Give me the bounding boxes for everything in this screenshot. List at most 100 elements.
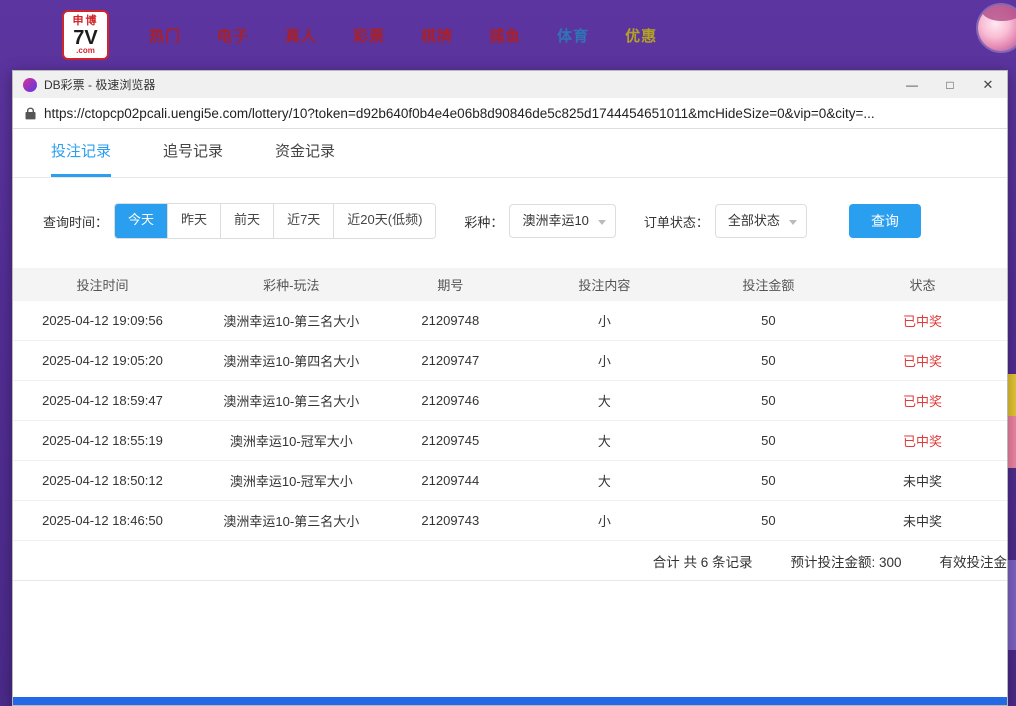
issue-cell: 21209748 bbox=[421, 313, 480, 328]
issue-cell: 21209743 bbox=[421, 513, 480, 528]
lock-icon bbox=[25, 107, 36, 120]
address-bar[interactable]: https://ctopcp02pcali.uengi5e.com/lotter… bbox=[13, 98, 1007, 129]
browser-window: DB彩票 - 极速浏览器 — □ ✕ https://ctopcp02pcali… bbox=[12, 70, 1008, 706]
status-cell: 未中奖 bbox=[902, 474, 942, 489]
logo-tld-text: .com bbox=[76, 45, 95, 55]
table-header-row: 投注时间 彩种-玩法 期号 投注内容 投注金额 状态 bbox=[13, 268, 1007, 301]
order-status-value: 全部状态 bbox=[727, 213, 780, 228]
lottery-filter-label: 彩种： bbox=[464, 214, 504, 230]
nav-item-live[interactable]: 真人 bbox=[285, 25, 317, 46]
game-cell: 澳洲幸运10-第三名大小 bbox=[223, 394, 360, 409]
time-option-yesterday[interactable]: 昨天 bbox=[167, 204, 221, 238]
top-nav-bar: 申博 7V .com 热门 电子 真人 彩票 棋牌 捕鱼 体育 优惠 bbox=[0, 0, 1016, 70]
content-cell: 小 bbox=[597, 314, 611, 329]
summary-total: 合计 共 6 条记录 bbox=[652, 554, 753, 570]
bet-records-table: 投注时间 彩种-玩法 期号 投注内容 投注金额 状态 2025-04-12 19… bbox=[13, 268, 1007, 581]
issue-cell: 21209745 bbox=[421, 433, 480, 448]
tab-bet-records[interactable]: 投注记录 bbox=[51, 140, 112, 177]
nav-item-cards[interactable]: 棋牌 bbox=[421, 25, 453, 46]
query-button[interactable]: 查询 bbox=[848, 204, 921, 238]
user-avatar[interactable] bbox=[978, 5, 1016, 51]
time-filter-label: 查询时间： bbox=[43, 214, 109, 230]
edge-decor-pink bbox=[1008, 416, 1016, 468]
tab-fund-records[interactable]: 资金记录 bbox=[275, 140, 335, 177]
time-cell: 2025-04-12 19:05:20 bbox=[42, 353, 163, 368]
time-option-7days[interactable]: 近7天 bbox=[273, 204, 334, 238]
url-text[interactable]: https://ctopcp02pcali.uengi5e.com/lotter… bbox=[44, 106, 875, 121]
table-row: 2025-04-12 18:50:12 澳洲幸运10-冠军大小 21209744… bbox=[13, 461, 1007, 501]
status-cell: 未中奖 bbox=[902, 514, 942, 529]
edge-decor-lilac bbox=[1008, 560, 1016, 650]
game-cell: 澳洲幸运10-第三名大小 bbox=[223, 514, 360, 529]
window-controls: — □ ✕ bbox=[893, 71, 1007, 98]
order-status-select[interactable]: 全部状态 bbox=[714, 204, 807, 238]
table-row: 2025-04-12 19:05:20 澳洲幸运10-第四名大小 2120974… bbox=[13, 341, 1007, 381]
amount-cell: 50 bbox=[761, 393, 776, 408]
status-filter-label: 订单状态： bbox=[643, 214, 709, 230]
status-cell: 已中奖 bbox=[902, 394, 942, 409]
summary-row: 合计 共 6 条记录 预计投注金额: 300 有效投注金 bbox=[13, 541, 1007, 581]
issue-cell: 21209747 bbox=[421, 353, 480, 368]
window-title: DB彩票 - 极速浏览器 bbox=[44, 78, 156, 92]
game-cell: 澳洲幸运10-第三名大小 bbox=[223, 314, 360, 329]
time-option-daybefore[interactable]: 前天 bbox=[220, 204, 274, 238]
lottery-select[interactable]: 澳洲幸运10 bbox=[509, 204, 616, 238]
amount-cell: 50 bbox=[761, 433, 776, 448]
content-cell: 大 bbox=[597, 394, 611, 409]
amount-cell: 50 bbox=[761, 313, 776, 328]
minimize-button[interactable]: — bbox=[893, 71, 931, 98]
amount-cell: 50 bbox=[761, 353, 776, 368]
filter-row: 查询时间： 今天 昨天 前天 近7天 近20天(低频) 彩种： 澳洲幸运10 订… bbox=[43, 203, 1007, 239]
game-cell: 澳洲幸运10-冠军大小 bbox=[229, 434, 353, 449]
page-footer-strip bbox=[13, 697, 1007, 705]
maximize-button[interactable]: □ bbox=[931, 71, 969, 98]
record-tabs: 投注记录 追号记录 资金记录 bbox=[13, 129, 1007, 178]
nav-item-promo[interactable]: 优惠 bbox=[625, 25, 657, 46]
chevron-down-icon bbox=[788, 220, 797, 225]
summary-expected: 预计投注金额: 300 bbox=[790, 554, 902, 570]
nav-item-slots[interactable]: 电子 bbox=[217, 25, 249, 46]
header-status: 状态 bbox=[909, 278, 936, 293]
nav-item-sports[interactable]: 体育 bbox=[557, 25, 589, 46]
table-row: 2025-04-12 18:59:47 澳洲幸运10-第三名大小 2120974… bbox=[13, 381, 1007, 421]
content-cell: 大 bbox=[597, 474, 611, 489]
site-favicon-icon bbox=[23, 77, 37, 92]
site-logo[interactable]: 申博 7V .com bbox=[62, 10, 109, 60]
nav-item-fishing[interactable]: 捕鱼 bbox=[489, 25, 521, 46]
time-cell: 2025-04-12 18:55:19 bbox=[42, 433, 163, 448]
table-row: 2025-04-12 18:55:19 澳洲幸运10-冠军大小 21209745… bbox=[13, 421, 1007, 461]
logo-brand-text: 7V bbox=[73, 26, 98, 49]
page-content: 投注记录 追号记录 资金记录 查询时间： 今天 昨天 前天 近7天 近20天(低… bbox=[13, 129, 1007, 705]
status-cell: 已中奖 bbox=[902, 314, 942, 329]
amount-cell: 50 bbox=[761, 513, 776, 528]
status-cell: 已中奖 bbox=[902, 434, 942, 449]
tab-chase-records[interactable]: 追号记录 bbox=[163, 140, 223, 177]
chevron-down-icon bbox=[597, 220, 606, 225]
time-cell: 2025-04-12 19:09:56 bbox=[42, 313, 163, 328]
time-filter-group: 今天 昨天 前天 近7天 近20天(低频) bbox=[114, 203, 437, 239]
nav-item-lottery[interactable]: 彩票 bbox=[353, 25, 385, 46]
close-button[interactable]: ✕ bbox=[969, 71, 1007, 98]
content-cell: 小 bbox=[597, 354, 611, 369]
time-cell: 2025-04-12 18:59:47 bbox=[42, 393, 163, 408]
header-amount: 投注金额 bbox=[742, 278, 795, 293]
game-cell: 澳洲幸运10-冠军大小 bbox=[229, 474, 353, 489]
time-option-20days[interactable]: 近20天(低频) bbox=[333, 204, 436, 238]
time-cell: 2025-04-12 18:46:50 bbox=[42, 513, 163, 528]
nav-items: 热门 电子 真人 彩票 棋牌 捕鱼 体育 优惠 bbox=[131, 25, 675, 46]
status-cell: 已中奖 bbox=[902, 354, 942, 369]
time-option-today[interactable]: 今天 bbox=[115, 204, 168, 238]
header-content: 投注内容 bbox=[578, 278, 631, 293]
table-row: 2025-04-12 19:09:56 澳洲幸运10-第三名大小 2120974… bbox=[13, 301, 1007, 341]
nav-item-hot[interactable]: 热门 bbox=[149, 25, 181, 46]
header-game-play: 彩种-玩法 bbox=[263, 278, 320, 293]
summary-valid: 有效投注金 bbox=[939, 554, 1008, 570]
window-titlebar: DB彩票 - 极速浏览器 — □ ✕ bbox=[13, 71, 1007, 98]
table-row: 2025-04-12 18:46:50 澳洲幸运10-第三名大小 2120974… bbox=[13, 501, 1007, 541]
content-cell: 小 bbox=[597, 514, 611, 529]
game-cell: 澳洲幸运10-第四名大小 bbox=[223, 354, 360, 369]
header-issue: 期号 bbox=[437, 278, 464, 293]
time-cell: 2025-04-12 18:50:12 bbox=[42, 473, 163, 488]
content-cell: 大 bbox=[597, 434, 611, 449]
amount-cell: 50 bbox=[761, 473, 776, 488]
